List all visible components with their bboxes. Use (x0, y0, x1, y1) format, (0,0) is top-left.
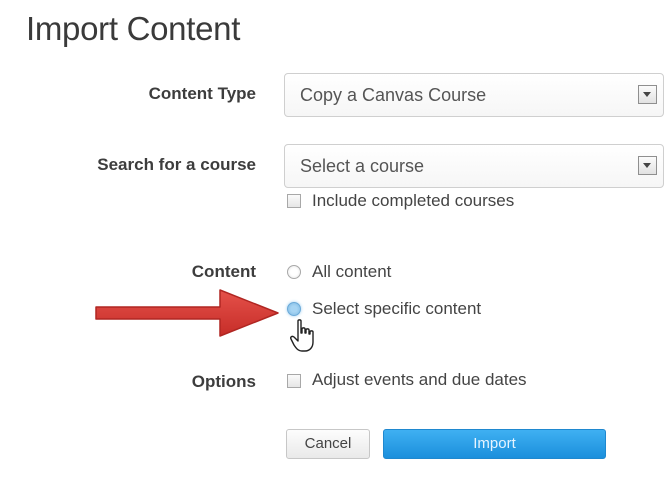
page-title: Import Content (26, 10, 241, 47)
all-content-label[interactable]: All content (312, 262, 391, 282)
course-select[interactable]: Select a course (284, 144, 664, 188)
content-type-label: Content Type (148, 84, 256, 103)
cancel-button[interactable]: Cancel (286, 429, 370, 459)
content-label: Content (191, 262, 256, 281)
options-label: Options (191, 372, 256, 391)
red-arrow-icon (95, 289, 279, 337)
import-button[interactable]: Import (383, 429, 606, 459)
search-course-label: Search for a course (97, 155, 256, 174)
content-type-select[interactable]: Copy a Canvas Course (284, 73, 664, 117)
select-specific-content-label[interactable]: Select specific content (312, 299, 481, 319)
import-content-page: Import Content Content Type Copy a Canva… (0, 0, 671, 484)
adjust-dates-label[interactable]: Adjust events and due dates (312, 370, 527, 390)
include-completed-label[interactable]: Include completed courses (312, 191, 514, 211)
adjust-dates-checkbox[interactable] (287, 374, 301, 388)
hand-cursor-icon (290, 319, 314, 352)
chevron-down-icon[interactable] (638, 85, 657, 104)
all-content-radio[interactable] (287, 265, 301, 279)
course-select-value: Select a course (300, 156, 425, 176)
chevron-down-icon[interactable] (638, 156, 657, 175)
include-completed-checkbox[interactable] (287, 194, 301, 208)
content-type-value: Copy a Canvas Course (300, 85, 487, 105)
select-specific-content-radio[interactable] (287, 302, 301, 316)
